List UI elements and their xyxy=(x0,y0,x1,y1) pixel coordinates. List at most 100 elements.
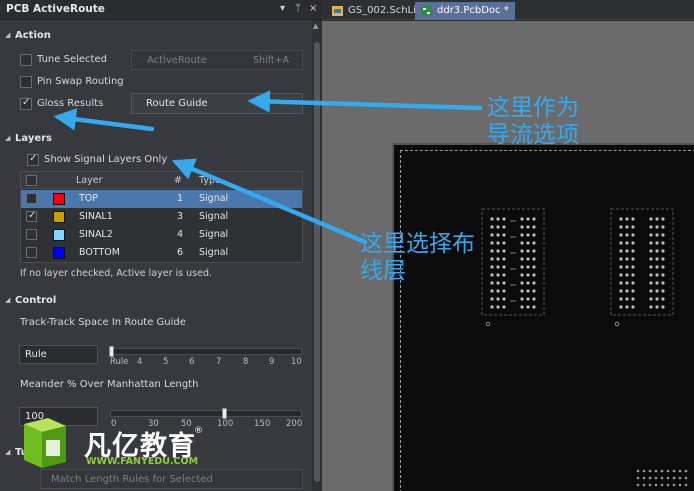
close-panel-icon[interactable]: × xyxy=(309,3,317,14)
select-all-layers-checkbox[interactable] xyxy=(26,175,37,186)
pad-array xyxy=(636,469,688,487)
tab-schlib[interactable]: GS_002.SchLib xyxy=(326,2,428,20)
layer-number: 6 xyxy=(177,247,184,258)
layer-row-sinal1[interactable]: SINAL1 3 Signal xyxy=(21,208,302,226)
layer-number: 4 xyxy=(177,229,184,240)
section-action[interactable]: ◢ Action xyxy=(0,27,312,45)
meander-slider-thumb[interactable] xyxy=(222,408,227,419)
meander-slider[interactable] xyxy=(110,410,302,417)
layer-checkbox[interactable] xyxy=(26,193,37,204)
section-control[interactable]: ◢ Control xyxy=(0,292,312,310)
document-tabs: GS_002.SchLib ddr3.PcbDoc * xyxy=(322,0,694,20)
track-space-slider[interactable] xyxy=(110,348,302,355)
layer-name: SINAL1 xyxy=(79,211,113,222)
gloss-results-label: Gloss Results xyxy=(37,98,104,109)
layer-name: TOP xyxy=(79,193,99,204)
watermark-url: WWW.FANYEDU.COM xyxy=(86,456,199,467)
layer-color-swatch xyxy=(53,229,65,241)
ddr-footprint-left[interactable] xyxy=(480,207,546,331)
layer-color-swatch xyxy=(53,211,65,223)
tune-selected-label: Tune Selected xyxy=(37,54,107,65)
annotation-line: 线层 xyxy=(360,258,406,284)
layer-number: 1 xyxy=(177,193,184,204)
section-layers[interactable]: ◢ Layers xyxy=(0,130,312,148)
layers-table: Layer # Type TOP 1 Signal SINAL1 3 Signa… xyxy=(20,171,303,263)
slider-tick: 10 xyxy=(291,357,302,367)
schlib-file-icon xyxy=(332,6,343,16)
slider-tick: 5 xyxy=(163,357,169,367)
layer-color-swatch xyxy=(53,247,65,259)
panel-title-bar: PCB ActiveRoute ▾ ᛘ × xyxy=(0,0,322,20)
collapse-triangle-icon: ◢ xyxy=(5,296,11,304)
match-length-button[interactable]: Match Length Rules for Selected xyxy=(40,469,303,489)
layer-checkbox[interactable] xyxy=(26,229,37,240)
panel-scrollbar[interactable]: ▲ xyxy=(312,20,322,491)
scroll-up-icon[interactable]: ▲ xyxy=(313,22,318,30)
layer-row-bottom[interactable]: BOTTOM 6 Signal xyxy=(21,244,302,262)
scrollbar-thumb[interactable] xyxy=(314,42,320,482)
pcb-board[interactable] xyxy=(392,143,694,491)
pin-icon[interactable]: ᛘ xyxy=(295,3,301,14)
header-layer[interactable]: Layer xyxy=(76,175,103,186)
layer-type: Signal xyxy=(199,229,229,240)
activeroute-button[interactable]: ActiveRoute Shift+A xyxy=(131,50,303,70)
gloss-results-checkbox[interactable] xyxy=(20,97,32,110)
track-space-value: Rule xyxy=(25,349,47,360)
header-type[interactable]: Type xyxy=(199,175,221,186)
annotation-route-guide: 这里作为 导流选项 xyxy=(487,95,579,149)
slider-tick: 9 xyxy=(269,357,275,367)
slider-tick: 6 xyxy=(189,357,195,367)
tab-label: ddr3.PcbDoc * xyxy=(437,5,509,16)
layer-name: SINAL2 xyxy=(79,229,113,240)
panel-menu-icon[interactable]: ▾ xyxy=(280,3,285,14)
slider-tick: 100 xyxy=(217,419,234,429)
annotation-line: 这里作为 xyxy=(487,95,579,121)
match-length-button-label: Match Length Rules for Selected xyxy=(51,474,213,485)
tune-selected-checkbox[interactable] xyxy=(20,54,32,66)
activeroute-button-label: ActiveRoute xyxy=(147,55,207,66)
pin-swap-label: Pin Swap Routing xyxy=(37,76,124,87)
panel-title: PCB ActiveRoute xyxy=(6,3,105,15)
layer-type: Signal xyxy=(199,193,229,204)
collapse-triangle-icon: ◢ xyxy=(5,448,11,456)
layer-type: Signal xyxy=(199,247,229,258)
show-signal-only-label: Show Signal Layers Only xyxy=(44,154,168,165)
route-guide-button[interactable]: Route Guide xyxy=(131,93,303,114)
track-space-field[interactable]: Rule xyxy=(19,345,98,364)
route-guide-button-label: Route Guide xyxy=(146,98,208,109)
layer-name: BOTTOM xyxy=(79,247,120,258)
tab-label: GS_002.SchLib xyxy=(348,5,423,16)
collapse-triangle-icon: ◢ xyxy=(5,134,11,142)
pin-swap-checkbox[interactable] xyxy=(20,76,32,88)
section-control-label: Control xyxy=(15,295,57,306)
annotation-layer-select: 这里选择布 线层 xyxy=(360,231,475,285)
ddr-footprint-right[interactable] xyxy=(609,207,675,331)
board-outline xyxy=(400,150,401,491)
tab-pcbdoc[interactable]: ddr3.PcbDoc * xyxy=(415,2,515,20)
annotation-line: 导流选项 xyxy=(487,122,579,148)
track-space-label: Track-Track Space In Route Guide xyxy=(20,317,186,328)
track-space-slider-thumb[interactable] xyxy=(109,346,114,357)
layer-type: Signal xyxy=(199,211,229,222)
slider-tick: 200 xyxy=(286,419,303,429)
layer-color-swatch xyxy=(53,193,65,205)
watermark-registered: ® xyxy=(194,426,203,436)
slider-tick: 7 xyxy=(216,357,222,367)
pcb-file-icon xyxy=(421,6,432,16)
slider-tick: Rule xyxy=(110,357,129,367)
section-layers-label: Layers xyxy=(15,133,52,144)
slider-tick: 4 xyxy=(137,357,143,367)
show-signal-only-checkbox[interactable] xyxy=(27,153,39,166)
meander-label: Meander % Over Manhattan Length xyxy=(20,379,199,390)
layer-checkbox[interactable] xyxy=(26,247,37,258)
layer-hint-text: If no layer checked, Active layer is use… xyxy=(20,268,212,279)
layer-number: 3 xyxy=(177,211,184,222)
header-number[interactable]: # xyxy=(174,175,182,186)
layer-checkbox[interactable] xyxy=(26,210,37,222)
slider-tick: 8 xyxy=(243,357,249,367)
layer-row-sinal2[interactable]: SINAL2 4 Signal xyxy=(21,226,302,244)
collapse-triangle-icon: ◢ xyxy=(5,31,11,39)
annotation-line: 这里选择布 xyxy=(360,231,475,257)
layers-table-header: Layer # Type xyxy=(21,172,302,189)
layer-row-top[interactable]: TOP 1 Signal xyxy=(21,190,302,208)
